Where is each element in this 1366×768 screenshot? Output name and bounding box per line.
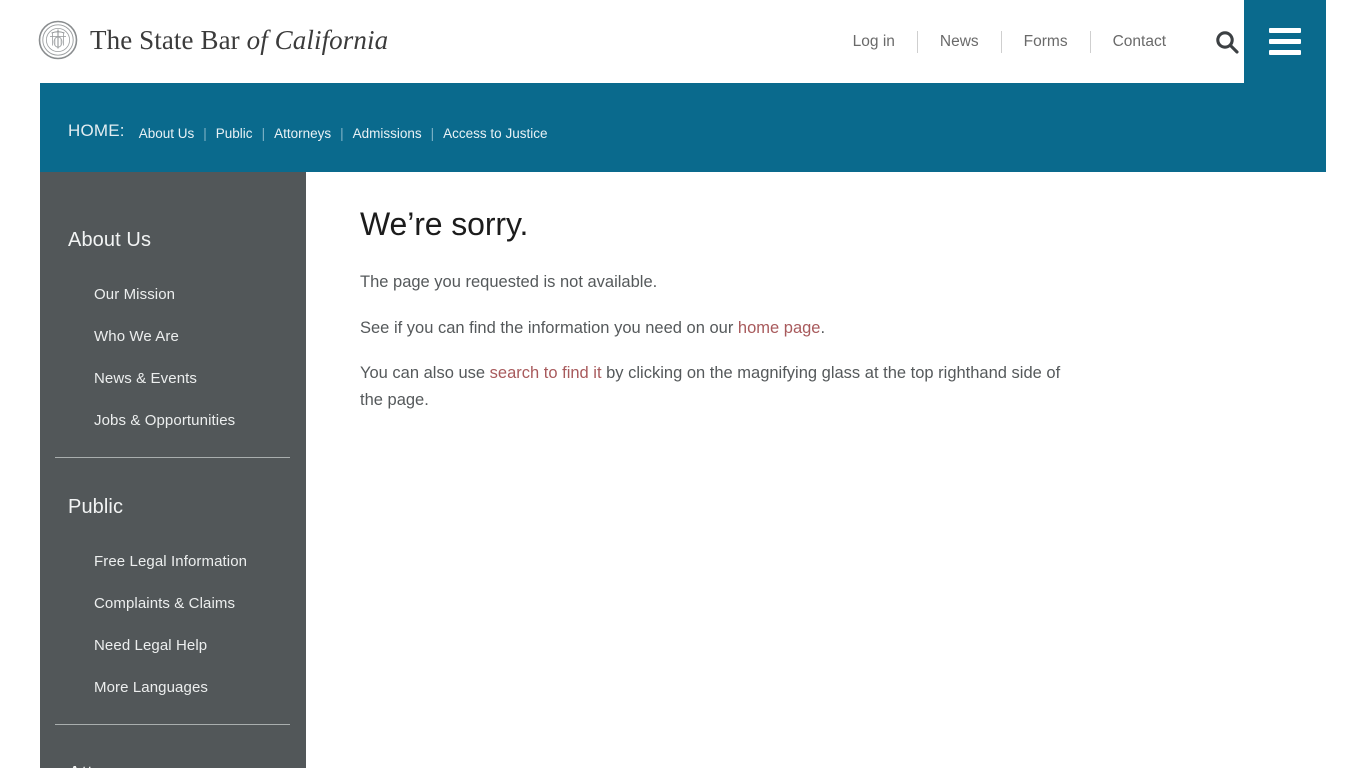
util-link-login[interactable]: Log in	[831, 34, 917, 50]
breadcrumb-item-about-us[interactable]: About Us	[139, 126, 195, 141]
breadcrumb-items: About Us | Public | Attorneys | Admissio…	[139, 125, 548, 141]
site-title: The State Bar of California	[90, 24, 389, 55]
sidebar-heading-public[interactable]: Public	[40, 497, 306, 517]
hamburger-menu-icon[interactable]	[1244, 0, 1326, 83]
site-header: The State Bar of California Log in News …	[0, 0, 1366, 83]
breadcrumb-item-access-to-justice[interactable]: Access to Justice	[443, 126, 547, 141]
breadcrumb-home[interactable]: HOME:	[68, 122, 125, 140]
sidebar-heading-about-us[interactable]: About Us	[40, 230, 306, 250]
breadcrumb-divider: |	[203, 125, 207, 141]
home-page-suggestion: See if you can find the information you …	[360, 315, 1065, 342]
sidebar-group-about-us: About Us Our Mission Who We Are News & E…	[40, 172, 306, 428]
search-icon[interactable]	[1210, 25, 1244, 59]
search-text-before: You can also use	[360, 363, 490, 382]
sidebar-item-more-languages[interactable]: More Languages	[40, 680, 306, 695]
main-content: We’re sorry. The page you requested is n…	[306, 172, 1366, 768]
util-link-news[interactable]: News	[918, 34, 1001, 50]
util-link-forms[interactable]: Forms	[1002, 34, 1090, 50]
utility-nav: Log in News Forms Contact	[831, 0, 1244, 83]
breadcrumb-divider: |	[261, 125, 266, 141]
site-logo-link[interactable]: The State Bar of California	[38, 20, 388, 60]
hamburger-bar	[1269, 50, 1301, 55]
sidebar-heading-attorneys[interactable]: Attorneys	[40, 764, 306, 768]
suggestion-text-after: .	[820, 318, 826, 337]
state-seal-icon	[38, 20, 78, 60]
sidebar-item-who-we-are[interactable]: Who We Are	[40, 329, 306, 344]
breadcrumb-item-admissions[interactable]: Admissions	[353, 126, 422, 141]
breadcrumb-divider: |	[340, 125, 344, 141]
sidebar-item-free-legal-information[interactable]: Free Legal Information	[40, 554, 306, 569]
hamburger-bar	[1269, 39, 1301, 44]
error-message: The page you requested is not available.	[360, 273, 658, 292]
breadcrumb-item-attorneys[interactable]: Attorneys	[274, 126, 331, 141]
sidebar-group-public: Public Free Legal Information Complaints…	[40, 458, 306, 695]
page-body: About Us Our Mission Who We Are News & E…	[0, 172, 1366, 768]
sidebar-item-our-mission[interactable]: Our Mission	[40, 287, 306, 302]
sidebar-group-attorneys: Attorneys	[40, 725, 306, 768]
suggestion-text-before: See if you can find the information you …	[360, 318, 738, 337]
util-link-contact[interactable]: Contact	[1091, 34, 1188, 50]
home-page-link[interactable]: home page	[738, 319, 821, 337]
sidebar-item-jobs-opportunities[interactable]: Jobs & Opportunities	[40, 413, 306, 428]
sidebar-item-complaints-claims[interactable]: Complaints & Claims	[40, 596, 306, 611]
breadcrumb: HOME: About Us | Public | Attorneys | Ad…	[68, 83, 547, 172]
breadcrumb-item-public[interactable]: Public	[216, 126, 253, 141]
sidebar-item-news-events[interactable]: News & Events	[40, 371, 306, 386]
sidebar: About Us Our Mission Who We Are News & E…	[40, 172, 306, 768]
hamburger-bar	[1269, 28, 1301, 33]
breadcrumb-divider: |	[430, 125, 435, 141]
search-suggestion: You can also use search to find it by cl…	[360, 360, 1065, 414]
breadcrumb-nav-bar: HOME: About Us | Public | Attorneys | Ad…	[40, 83, 1326, 172]
sidebar-item-need-legal-help[interactable]: Need Legal Help	[40, 638, 306, 653]
search-link[interactable]: search to find it	[490, 364, 602, 382]
page-title: We’re sorry.	[360, 206, 529, 242]
